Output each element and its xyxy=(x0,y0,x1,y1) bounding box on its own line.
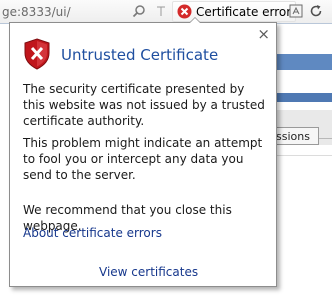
refresh-icon[interactable] xyxy=(308,3,324,19)
address-bar: ge:8333/ui/ Certificate error xyxy=(0,0,332,24)
page-header-bar xyxy=(276,54,332,70)
close-icon[interactable]: × xyxy=(257,27,270,42)
risk-paragraph: This problem might indicate an attempt t… xyxy=(23,136,263,182)
divider xyxy=(276,155,332,156)
url-field[interactable]: ge:8333/ui/ xyxy=(2,5,71,19)
tab-sessions[interactable]: ssions xyxy=(276,127,319,145)
untrusted-certificate-popup: × Untrusted Certificate The security cer… xyxy=(9,22,277,287)
shield-error-icon xyxy=(24,38,50,70)
view-certificates-link[interactable]: View certificates xyxy=(99,265,198,279)
page-nav-bar xyxy=(276,93,332,102)
page-content-panel xyxy=(276,145,332,295)
compatibility-view-icon[interactable] xyxy=(288,3,304,19)
popup-pointer-fill xyxy=(190,18,200,23)
warning-paragraph: The security certificate presented by th… xyxy=(23,82,265,128)
search-icon[interactable] xyxy=(132,4,146,18)
about-certificate-errors-link[interactable]: About certificate errors xyxy=(23,226,162,240)
separator-icon xyxy=(157,6,165,16)
certificate-error-label: Certificate error xyxy=(196,4,292,19)
popup-title: Untrusted Certificate xyxy=(61,46,219,64)
